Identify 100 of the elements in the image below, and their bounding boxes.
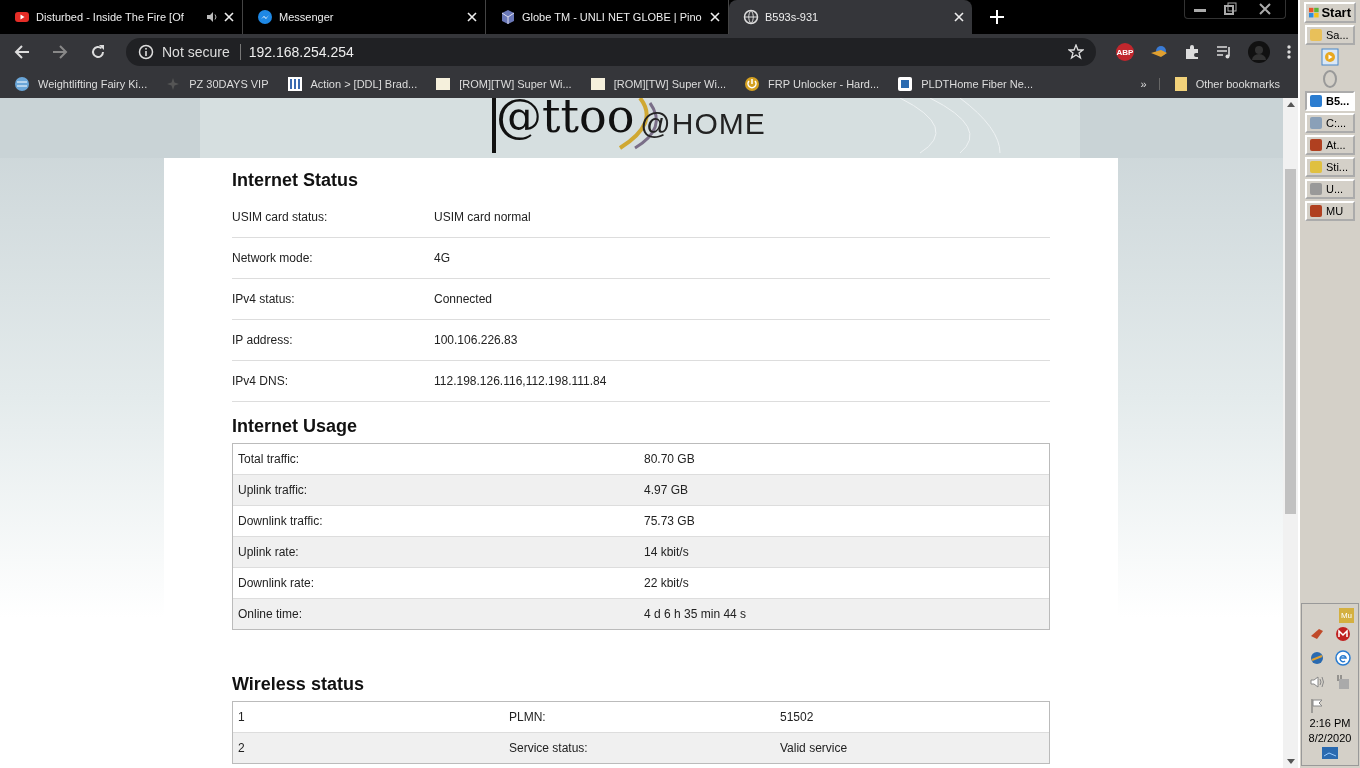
section-title: Internet Usage — [232, 416, 359, 437]
table-cell-text: 1 — [237, 710, 246, 724]
m-circle-icon[interactable] — [1335, 626, 1351, 642]
table-cell-text: Uplink traffic: — [237, 483, 309, 497]
tab-title: Messenger — [279, 11, 335, 23]
square-icon — [435, 76, 452, 92]
taskbar-button[interactable]: B5... — [1305, 91, 1355, 111]
bookmark[interactable]: [ROM][TW] Super Wi... — [589, 76, 727, 92]
logo-text: @ttoo — [496, 98, 635, 141]
square-icon — [897, 76, 914, 92]
field-value: Connected — [434, 292, 493, 306]
extension-button[interactable]: ABP — [1116, 43, 1134, 61]
close-icon[interactable] — [224, 12, 234, 22]
info-icon — [138, 44, 154, 60]
table-cell-text: 2 — [237, 741, 246, 755]
taskbar-button[interactable]: MU — [1305, 201, 1355, 221]
table-cell-text: Total traffic: — [237, 452, 301, 466]
field-value: 4G — [434, 251, 450, 265]
url-text: 192.168.254.254 — [248, 44, 354, 60]
bookmark[interactable]: FRP Unlocker - Hard... — [744, 76, 880, 92]
browser-tab[interactable]: B593s-931 — [729, 0, 972, 34]
browser-e-icon[interactable] — [1335, 650, 1351, 666]
folder-icon — [1173, 76, 1188, 92]
playlist-icon[interactable] — [1216, 44, 1232, 60]
app-icon — [1309, 160, 1323, 174]
forward-icon — [52, 44, 68, 60]
bird-icon[interactable] — [1309, 626, 1325, 642]
reload-icon[interactable] — [90, 44, 106, 60]
new-tab-icon[interactable] — [990, 10, 1004, 24]
address-bar[interactable]: Not secure 192.168.254.254 — [126, 38, 1096, 66]
field-label: Network mode: — [232, 251, 314, 265]
table-cell-text: Downlink rate: — [237, 576, 316, 590]
field-label: IP address: — [232, 333, 294, 347]
video-icon — [14, 9, 30, 25]
table-cell-text: PLMN: — [508, 710, 547, 724]
close-icon[interactable] — [710, 12, 720, 22]
table-cell-text: 4.97 GB — [643, 483, 689, 497]
power-icon — [744, 76, 761, 92]
scrollbar[interactable] — [1283, 98, 1298, 768]
field-value: USIM card normal — [434, 210, 531, 224]
bookmark[interactable]: Weightlifting Fairy Ki... — [14, 76, 148, 92]
ball-icon — [14, 76, 30, 92]
bookmark[interactable]: Action > [DDL] Brad... — [286, 76, 418, 92]
security-label: Not secure — [162, 44, 241, 60]
bookmark[interactable]: PLDTHome Fiber Ne... — [897, 76, 1034, 92]
chat-icon — [257, 9, 273, 25]
tab-title: B593s-931 — [765, 11, 820, 23]
close-icon[interactable] — [954, 12, 964, 22]
table-cell-text: 4 d 6 h 35 min 44 s — [643, 607, 747, 621]
table-cell-text: 75.73 GB — [643, 514, 695, 528]
taskbar-button[interactable]: U... — [1305, 179, 1355, 199]
taskbar-button[interactable]: Sa... — [1305, 25, 1355, 45]
taskbar-button[interactable]: Sti... — [1305, 157, 1355, 177]
flag-icon[interactable] — [1309, 698, 1325, 714]
taskbar-button[interactable]: At... — [1305, 135, 1355, 155]
field-label: USIM card status: — [232, 210, 329, 224]
table-cell-text: Valid service — [779, 741, 848, 755]
cube-icon — [500, 9, 516, 25]
close-icon[interactable] — [467, 12, 477, 22]
start-button[interactable]: Start — [1304, 2, 1356, 23]
section-title: Wireless status — [232, 674, 365, 695]
square-icon — [589, 76, 606, 92]
clock-date: 8/2/2020 — [1308, 732, 1352, 744]
tab-title: Disturbed - Inside The Fire [Of — [36, 11, 185, 23]
table-cell-text: Uplink rate: — [237, 545, 300, 559]
more-bookmarks-button[interactable]: » — [1140, 78, 1160, 90]
table-cell-text: 51502 — [779, 710, 814, 724]
app-icon — [1309, 94, 1323, 108]
app-icon — [1309, 204, 1323, 218]
speaker-icon[interactable] — [206, 11, 218, 23]
table-cell-text: Service status: — [508, 741, 589, 755]
section-title: Internet Status — [232, 170, 360, 191]
globe-icon — [743, 9, 759, 25]
bookmark[interactable]: PZ 30DAYS VIP — [165, 76, 269, 92]
windows-flag-icon — [1309, 5, 1320, 20]
field-label: IPv4 status: — [232, 292, 296, 306]
field-value: 100.106.226.83 — [434, 333, 518, 347]
field-value: 112.198.126.116,112.198.111.84 — [434, 374, 607, 388]
star-icon[interactable] — [1068, 44, 1084, 60]
menu-icon[interactable] — [1286, 44, 1292, 60]
back-icon[interactable] — [14, 44, 30, 60]
other-bookmarks[interactable]: Other bookmarks — [1173, 76, 1280, 92]
app-icon — [1309, 182, 1323, 196]
globe-icon[interactable] — [1309, 650, 1325, 666]
table-cell-text: 80.70 GB — [643, 452, 695, 466]
field-label: IPv4 DNS: — [232, 374, 289, 388]
bars-icon — [286, 76, 303, 92]
app-icon — [1309, 116, 1323, 130]
scroll-thumb[interactable] — [1285, 169, 1296, 514]
bookmark[interactable]: [ROM][TW] Super Wi... — [435, 76, 572, 92]
puzzle-icon[interactable] — [1184, 44, 1200, 60]
table-cell-text: Downlink traffic: — [237, 514, 324, 528]
tab-title: Globe TM - UNLI NET GLOBE | Pino — [522, 11, 703, 23]
app-icon — [1309, 28, 1323, 42]
table-cell-text: 14 kbit/s — [643, 545, 689, 559]
app-icon — [1309, 138, 1323, 152]
clock-time: 2:16 PM — [1309, 717, 1351, 729]
taskbar-button[interactable]: C:... — [1305, 113, 1355, 133]
table-cell-text: 22 kbit/s — [643, 576, 689, 590]
desktop-icon[interactable] — [1322, 747, 1338, 759]
